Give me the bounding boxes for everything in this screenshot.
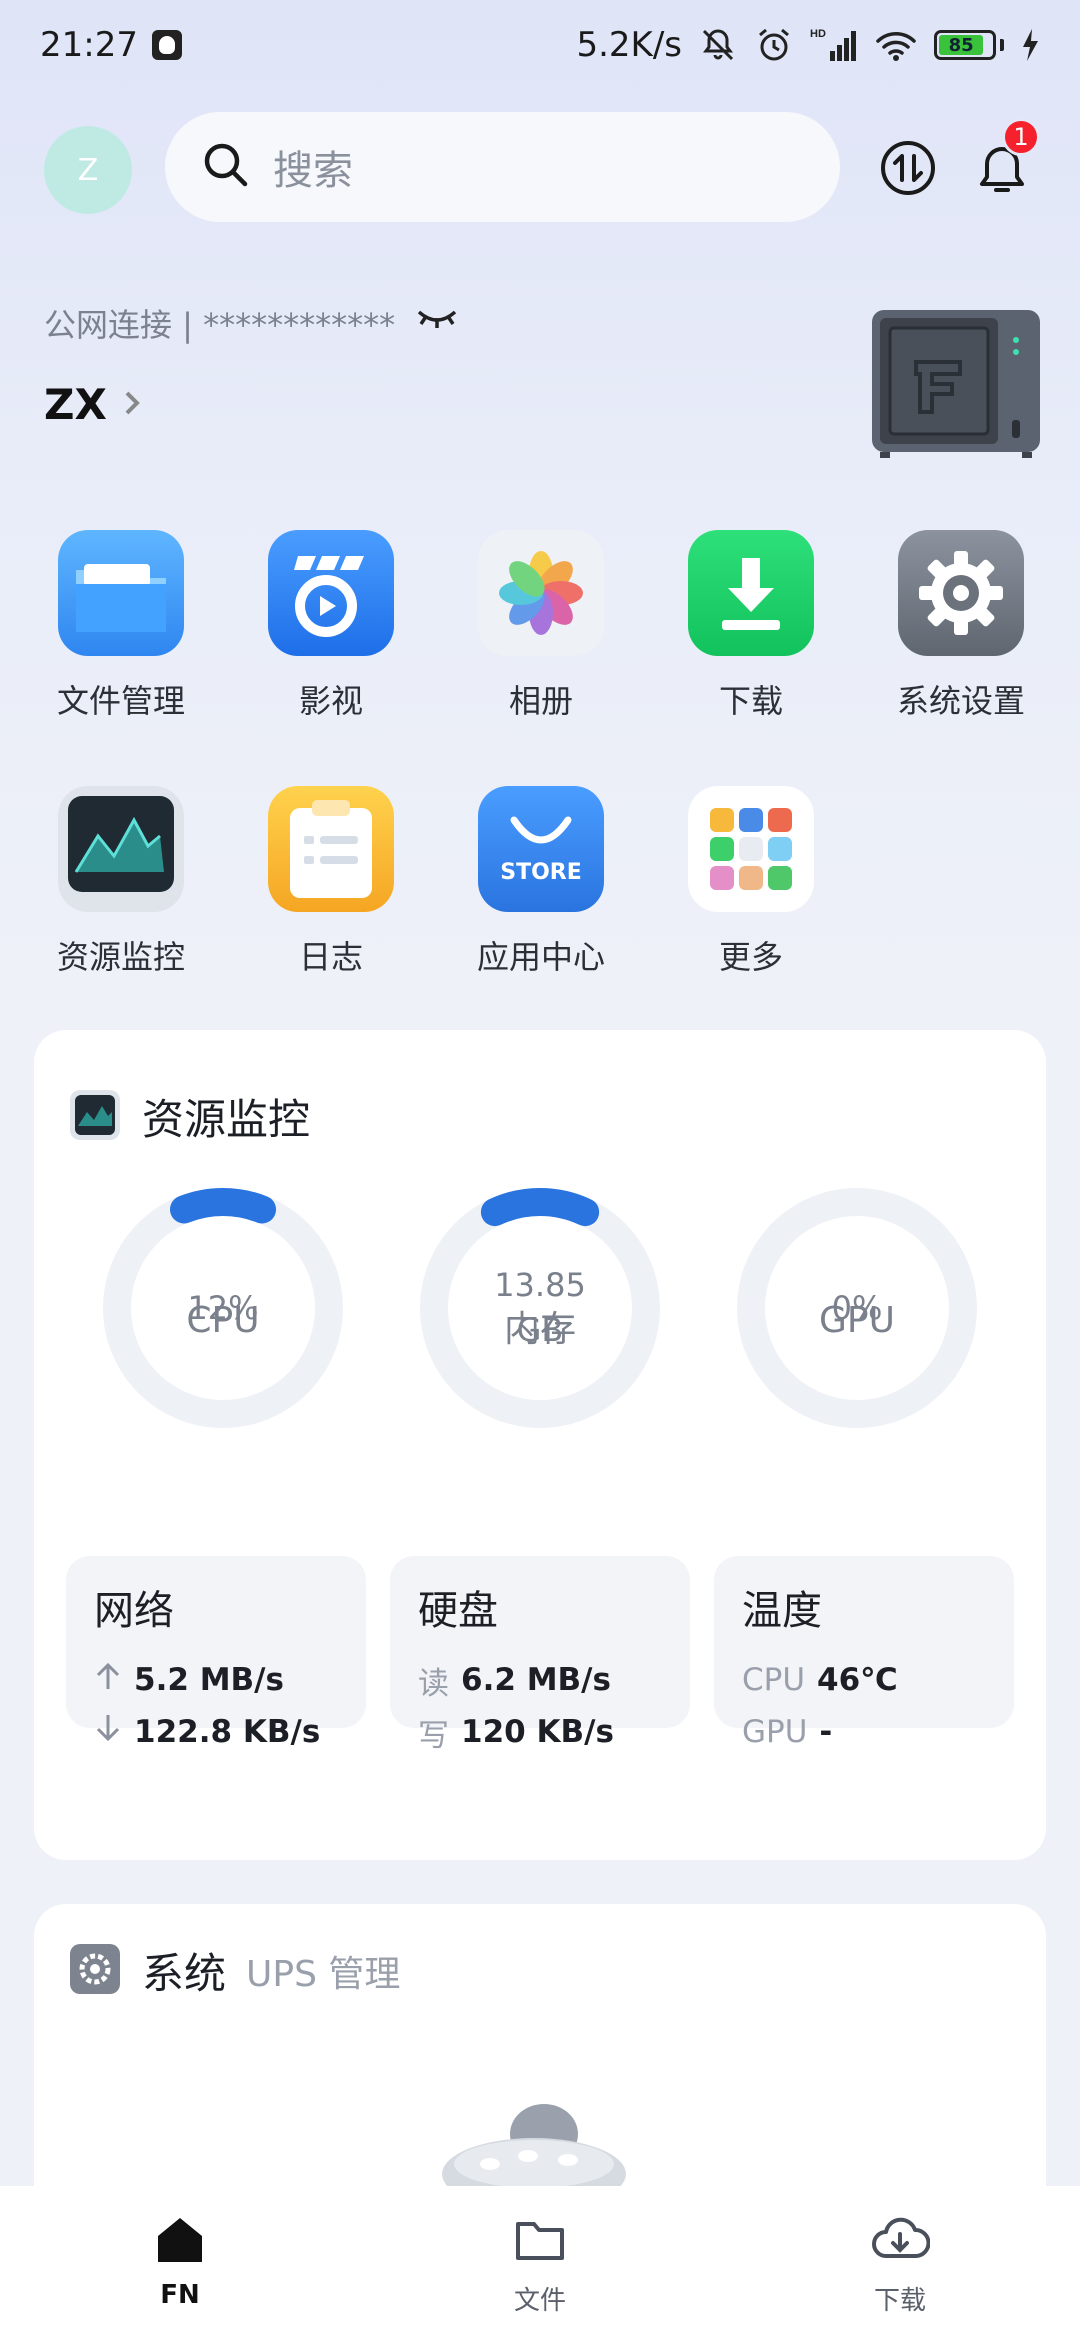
status-bar: 21:27 5.2K/s HD 85	[0, 0, 1080, 90]
connection-status: 公网连接 | ************	[44, 300, 459, 346]
arrow-up-icon	[94, 1661, 122, 1699]
alarm-icon	[754, 25, 794, 65]
app-system-settings[interactable]: 系统设置	[856, 530, 1066, 722]
app-resource-monitor[interactable]: 资源监控	[16, 786, 226, 978]
store-icon: STORE	[478, 786, 604, 912]
nav-download[interactable]: 下载	[720, 2186, 1080, 2340]
nav-fn[interactable]: FN	[0, 2186, 360, 2340]
disk-tile[interactable]: 硬盘 读 6.2 MB/s 写 120 KB/s	[390, 1556, 690, 1754]
app-photos[interactable]: 相册	[436, 530, 646, 722]
system-card-title: 系统 UPS 管理	[68, 1940, 400, 2001]
monitor-icon	[58, 786, 184, 912]
connection-label: 公网连接 | ************	[44, 306, 396, 344]
search-bar[interactable]: 搜索	[165, 112, 840, 222]
gear-icon	[898, 530, 1024, 656]
avatar[interactable]: Z	[44, 126, 132, 214]
temperature-tile[interactable]: 温度 CPU 46℃ GPU -	[714, 1556, 1014, 1750]
eye-closed-icon[interactable]	[415, 304, 459, 342]
folder-outline-icon	[512, 2212, 568, 2272]
status-time: 21:27	[40, 25, 138, 65]
log-icon	[268, 786, 394, 912]
system-gear-icon	[68, 1942, 122, 2000]
app-more[interactable]: 更多	[646, 786, 856, 978]
app-video[interactable]: 影视	[226, 530, 436, 722]
disk-write: 120 KB/s	[461, 1714, 614, 1750]
wifi-icon	[874, 25, 918, 65]
folder-icon	[58, 530, 184, 656]
upload-speed: 5.2 MB/s	[134, 1662, 284, 1698]
nas-device-image	[866, 310, 1046, 460]
search-placeholder: 搜索	[273, 148, 353, 194]
app-file-manager[interactable]: 文件管理	[16, 530, 226, 722]
memory-label: 内存	[503, 1309, 576, 1350]
qq-notification-icon	[151, 30, 182, 60]
download-speed: 122.8 KB/s	[134, 1714, 321, 1750]
battery-level: 85	[939, 35, 984, 56]
cloud-download-icon	[870, 2212, 931, 2272]
battery-icon: 85	[934, 30, 1004, 60]
gpu-label: GPU	[819, 1300, 895, 1341]
charging-icon	[1020, 27, 1040, 63]
search-icon	[201, 140, 251, 194]
cpu-label: CPU	[186, 1300, 260, 1341]
arrow-down-icon	[94, 1713, 122, 1751]
svg-text:HD: HD	[810, 28, 826, 40]
gpu-temp: -	[819, 1714, 833, 1750]
top-header: Z 搜索 1	[0, 110, 1080, 230]
store-text: STORE	[500, 859, 582, 885]
nav-files[interactable]: 文件	[360, 2186, 720, 2340]
transfer-button[interactable]	[870, 130, 946, 206]
resource-monitor-card[interactable]: 资源监控 12% CPU 13.85 GB 内存 0% GPU 网络 5.2 MB…	[34, 1030, 1046, 1860]
photos-icon	[478, 530, 604, 656]
notification-button[interactable]: 1	[964, 118, 1040, 206]
app-download[interactable]: 下载	[646, 530, 856, 722]
download-icon	[688, 530, 814, 656]
app-log[interactable]: 日志	[226, 786, 436, 978]
cpu-temp: 46℃	[817, 1662, 898, 1698]
ups-subtitle[interactable]: UPS 管理	[246, 1945, 400, 1997]
device-name-link[interactable]: ZX	[44, 380, 145, 429]
network-speed: 5.2K/s	[576, 25, 682, 65]
notification-badge: 1	[1002, 118, 1040, 156]
more-icon	[688, 786, 814, 912]
transfer-icon	[881, 141, 935, 195]
mute-icon	[698, 25, 738, 65]
bottom-nav: FN 文件 下载	[0, 2186, 1080, 2340]
home-icon	[152, 2212, 208, 2272]
device-name: ZX	[44, 380, 107, 429]
chevron-right-icon	[121, 380, 145, 429]
disk-read: 6.2 MB/s	[461, 1662, 611, 1698]
network-tile[interactable]: 网络 5.2 MB/s 122.8 KB/s	[66, 1556, 366, 1750]
app-store[interactable]: STORE 应用中心	[436, 786, 646, 978]
cell-signal-icon: HD	[810, 25, 858, 65]
video-icon	[268, 530, 394, 656]
